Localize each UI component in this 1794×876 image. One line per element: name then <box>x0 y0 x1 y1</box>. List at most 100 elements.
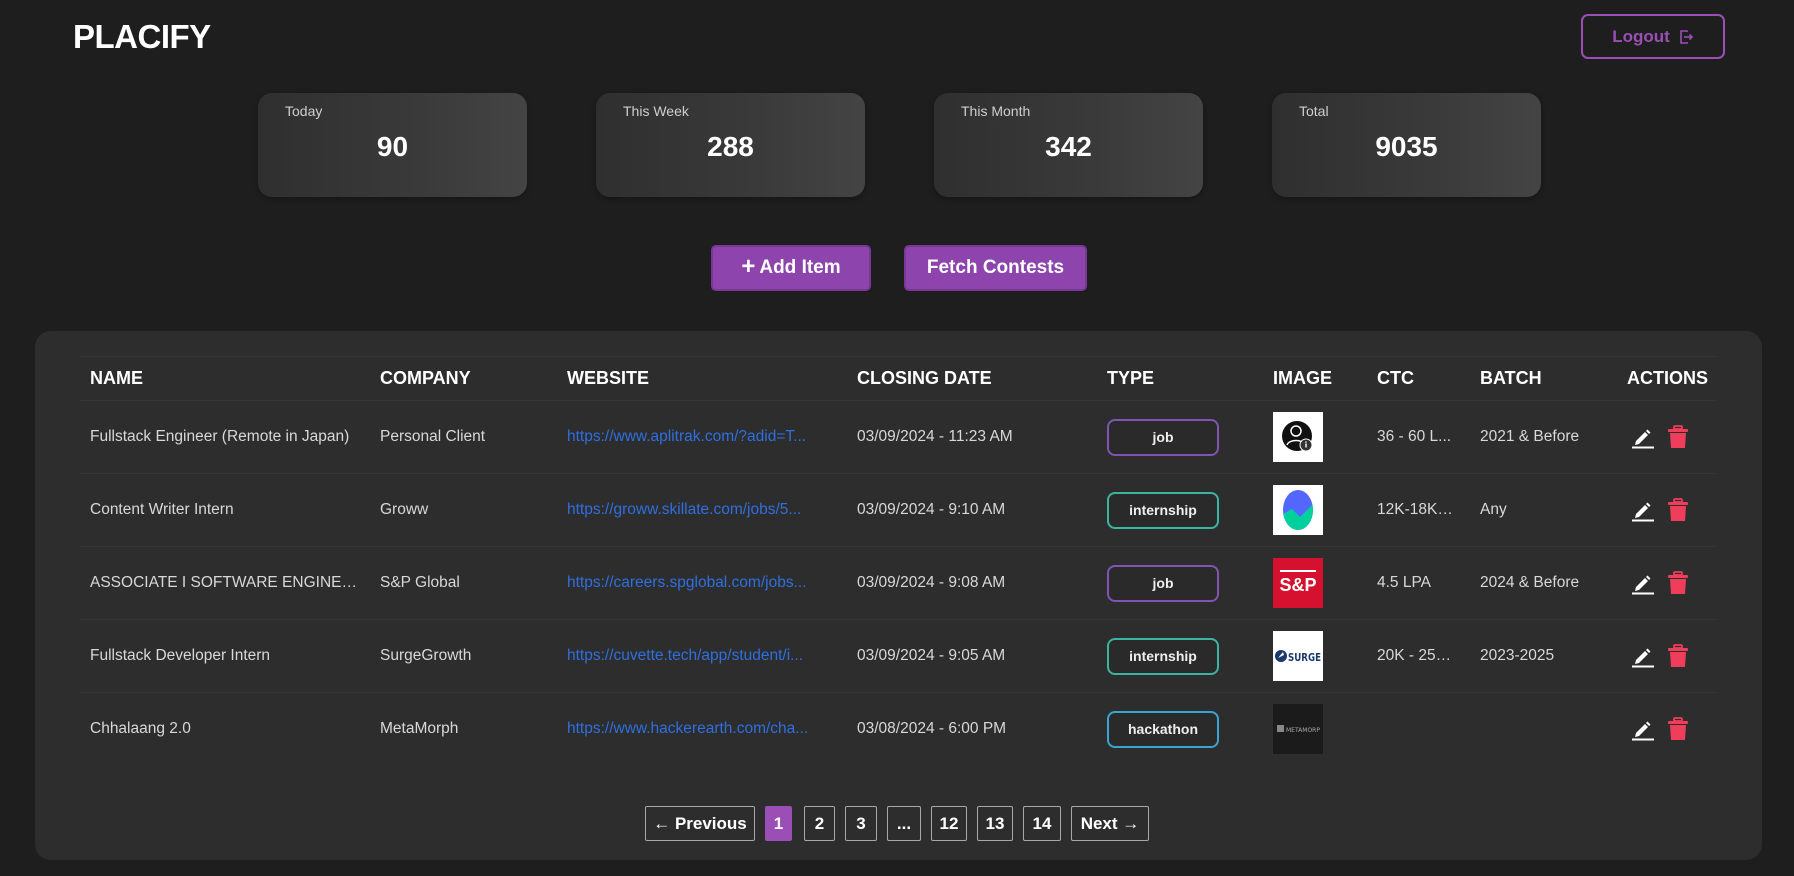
type-badge: internship <box>1107 637 1219 675</box>
cell-website: https://cuvette.tech/app/student/i... <box>557 619 847 693</box>
website-link[interactable]: https://groww.skillate.com/jobs/5... <box>567 501 835 519</box>
stat-label: This Month <box>961 103 1031 119</box>
edit-icon[interactable] <box>1630 425 1654 449</box>
page-button-14[interactable]: 14 <box>1023 806 1061 841</box>
website-link[interactable]: https://www.hackerearth.com/cha... <box>567 720 835 738</box>
column-header-image: IMAGE <box>1263 356 1367 401</box>
delete-icon[interactable] <box>1666 717 1690 741</box>
cell-closing-date: 03/09/2024 - 9:05 AM <box>847 619 1097 693</box>
cell-name: Chhalaang 2.0 <box>90 720 191 738</box>
column-header-type: TYPE <box>1097 356 1263 401</box>
logout-icon <box>1679 29 1693 44</box>
cell-actions <box>1617 693 1716 766</box>
sp-global-logo: S&P <box>1273 558 1323 608</box>
column-header-company: COMPANY <box>370 356 557 401</box>
stats-row: Today 90 This Week 288 This Month 342 To… <box>258 93 1541 197</box>
cell-closing-date: 03/09/2024 - 11:23 AM <box>847 400 1097 474</box>
table-row: Content Writer Intern Groww https://grow… <box>80 473 1716 547</box>
cell-actions <box>1617 546 1716 620</box>
cell-type: job <box>1097 400 1263 474</box>
cell-batch <box>1470 693 1617 766</box>
cell-actions <box>1617 619 1716 693</box>
column-header-website: WEBSITE <box>557 356 847 401</box>
page-button-12[interactable]: 12 <box>931 806 967 841</box>
cell-image: SURGE <box>1263 619 1367 693</box>
cell-image: METAMORPH <box>1263 693 1367 766</box>
edit-icon[interactable] <box>1630 571 1654 595</box>
delete-icon[interactable] <box>1666 571 1690 595</box>
website-link[interactable]: https://www.aplitrak.com/?adid=T... <box>567 428 835 446</box>
cell-batch: Any <box>1470 473 1617 547</box>
add-item-button[interactable]: + Add Item <box>711 245 871 291</box>
website-link[interactable]: https://careers.spglobal.com/jobs... <box>567 574 835 592</box>
table-row: Fullstack Developer Intern SurgeGrowth h… <box>80 619 1716 693</box>
delete-icon[interactable] <box>1666 644 1690 668</box>
page-button-3[interactable]: 3 <box>845 806 877 841</box>
pagination: ← Previous 1 2 3 ... 12 13 14 Next → <box>645 806 1149 841</box>
cell-batch: 2023-2025 <box>1470 619 1617 693</box>
stat-label: Total <box>1299 103 1329 119</box>
toolbar: + Add Item Fetch Contests <box>711 245 1087 291</box>
cell-ctc: 36 - 60 L... <box>1367 400 1470 474</box>
next-page-button[interactable]: Next → <box>1071 806 1149 841</box>
column-header-ctc: CTC <box>1367 356 1470 401</box>
stat-label: Today <box>285 103 323 119</box>
listings-table: NAME COMPANY WEBSITE CLOSING DATE TYPE I… <box>80 356 1716 766</box>
fetch-contests-label: Fetch Contests <box>926 257 1065 278</box>
edit-icon[interactable] <box>1630 644 1654 668</box>
cell-ctc: 12K-18K P... <box>1367 473 1470 547</box>
cell-type: job <box>1097 546 1263 620</box>
page-button-13[interactable]: 13 <box>977 806 1013 841</box>
cell-actions <box>1617 400 1716 474</box>
cell-closing-date: 03/09/2024 - 9:10 AM <box>847 473 1097 547</box>
stat-card-month: This Month 342 <box>934 93 1203 197</box>
groww-logo <box>1273 485 1323 535</box>
cell-website: https://careers.spglobal.com/jobs... <box>557 546 847 620</box>
page-button-2[interactable]: 2 <box>804 806 835 841</box>
website-link[interactable]: https://cuvette.tech/app/student/i... <box>567 647 835 665</box>
cell-type: internship <box>1097 619 1263 693</box>
page-button-1[interactable]: 1 <box>765 806 792 841</box>
svg-text:METAMORPH: METAMORPH <box>1286 727 1320 734</box>
type-badge: job <box>1107 418 1219 456</box>
cell-batch: 2021 & Before <box>1470 400 1617 474</box>
stat-value: 342 <box>1045 131 1092 162</box>
plus-icon: + <box>741 253 756 280</box>
cell-website: https://groww.skillate.com/jobs/5... <box>557 473 847 547</box>
cell-website: https://www.aplitrak.com/?adid=T... <box>557 400 847 474</box>
previous-page-button[interactable]: ← Previous <box>645 806 755 841</box>
svg-text:SURGE: SURGE <box>1288 651 1321 664</box>
table-row: Chhalaang 2.0 MetaMorph https://www.hack… <box>80 693 1716 766</box>
column-header-name: NAME <box>80 356 370 401</box>
logout-button[interactable]: Logout <box>1581 14 1725 59</box>
delete-icon[interactable] <box>1666 498 1690 522</box>
cell-name: Content Writer Intern <box>80 473 370 547</box>
cell-closing-date: 03/08/2024 - 6:00 PM <box>857 720 1007 738</box>
type-badge: hackathon <box>1107 710 1219 748</box>
type-badge: internship <box>1107 491 1219 529</box>
stat-card-week: This Week 288 <box>596 93 865 197</box>
edit-icon[interactable] <box>1630 717 1654 741</box>
stat-card-total: Total 9035 <box>1272 93 1541 197</box>
cell-ctc: 20K - 25K... <box>1367 619 1470 693</box>
cell-type: hackathon <box>1097 693 1263 766</box>
cell-company: SurgeGrowth <box>370 619 557 693</box>
fetch-contests-button[interactable]: Fetch Contests <box>904 245 1087 291</box>
add-item-label: Add Item <box>759 257 841 278</box>
cell-ctc: 4.5 LPA <box>1367 546 1470 620</box>
stat-value: 288 <box>707 131 754 162</box>
column-header-batch: BATCH <box>1470 356 1617 401</box>
cell-company: Groww <box>370 473 557 547</box>
cell-actions <box>1617 473 1716 547</box>
cell-image <box>1263 400 1367 474</box>
cell-company: MetaMorph <box>380 720 459 738</box>
page-ellipsis: ... <box>887 806 921 841</box>
table-row: ASSOCIATE I SOFTWARE ENGINEER S&P Global… <box>80 546 1716 620</box>
stat-value: 90 <box>376 131 409 162</box>
cell-type: internship <box>1097 473 1263 547</box>
delete-icon[interactable] <box>1666 425 1690 449</box>
cell-name: ASSOCIATE I SOFTWARE ENGINEER <box>80 546 370 620</box>
cell-image <box>1263 473 1367 547</box>
edit-icon[interactable] <box>1630 498 1654 522</box>
surge-logo: SURGE <box>1273 631 1323 681</box>
